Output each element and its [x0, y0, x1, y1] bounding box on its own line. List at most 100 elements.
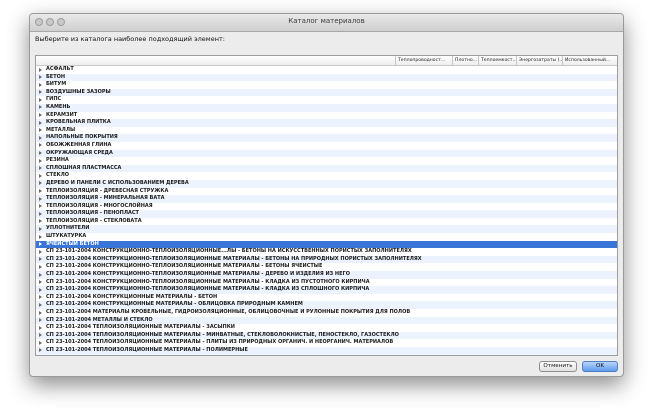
disclosure-triangle-icon[interactable]	[39, 226, 42, 231]
list-item[interactable]: СП 23-101-2004 КОНСТРУКЦИОННО-ТЕПЛОИЗОЛЯ…	[36, 255, 617, 264]
list-item[interactable]: КЕРАМЗИТ	[36, 112, 617, 120]
list-item[interactable]: ТЕПЛОИЗОЛЯЦИЯ - ПЕНОПЛАСТ	[36, 210, 617, 218]
list-item[interactable]: СП 23-101-2004 КОНСТРУКЦИОННЫЕ МАТЕРИАЛЫ…	[36, 294, 617, 302]
list-item[interactable]: УПЛОТНИТЕЛИ	[36, 225, 617, 234]
disclosure-triangle-icon[interactable]	[39, 173, 42, 178]
disclosure-triangle-icon[interactable]	[39, 302, 42, 307]
disclosure-triangle-icon[interactable]	[39, 257, 42, 262]
list-item[interactable]: ГИПС	[36, 96, 617, 104]
disclosure-triangle-icon[interactable]	[39, 287, 42, 292]
list-item[interactable]: СП 23-101-2004 ТЕПЛОИЗОЛЯЦИОННЫЕ МАТЕРИА…	[36, 324, 617, 332]
disclosure-triangle-icon[interactable]	[39, 151, 42, 156]
list-item[interactable]: СП 23-101-2004 КОНСТРУКЦИОННЫЕ МАТЕРИАЛЫ…	[36, 301, 617, 309]
disclosure-triangle-icon[interactable]	[39, 219, 42, 224]
list-item[interactable]: СП 23-101-2004 КОНСТРУКЦИОННО-ТЕПЛОИЗОЛЯ…	[36, 248, 617, 256]
list-item[interactable]: СП 23-101-2004 МЕТАЛЛЫ И СТЕКЛО	[36, 316, 617, 325]
disclosure-triangle-icon[interactable]	[39, 325, 42, 330]
list-item[interactable]: ТЕПЛОИЗОЛЯЦИЯ - СТЕКЛОВАТА	[36, 218, 617, 226]
disclosure-triangle-icon[interactable]	[39, 280, 42, 285]
list-item[interactable]: КРОВЕЛЬНАЯ ПЛИТКА	[36, 119, 617, 127]
list-item[interactable]: ТЕПЛОИЗОЛЯЦИЯ - ДРЕВЕСНАЯ СТРУЖКА	[36, 188, 617, 196]
materials-outline[interactable]: Теплопроводност... Плотно... Теплоемкост…	[35, 55, 618, 356]
disclosure-triangle-icon[interactable]	[39, 264, 42, 269]
list-item[interactable]: МЕТАЛЛЫ	[36, 127, 617, 135]
disclosure-triangle-icon[interactable]	[39, 295, 42, 300]
list-item[interactable]: ТЕПЛОИЗОЛЯЦИЯ - МИНЕРАЛЬНАЯ ВАТА	[36, 195, 617, 203]
list-item[interactable]: ОБОЖЖЕННАЯ ГЛИНА	[36, 142, 617, 150]
column-header-density[interactable]: Плотно...	[452, 56, 478, 65]
list-item[interactable]: СП 23-101-2004 ТЕПЛОИЗОЛЯЦИОННЫЕ МАТЕРИА…	[36, 331, 617, 340]
disclosure-triangle-icon[interactable]	[39, 189, 42, 193]
disclosure-triangle-icon[interactable]	[39, 211, 42, 216]
list-item[interactable]: СП 23-101-2004 ТЕПЛОИЗОЛЯЦИОННЫЕ МАТЕРИА…	[36, 355, 617, 356]
list-item-label: УПЛОТНИТЕЛИ	[46, 225, 90, 232]
disclosure-triangle-icon[interactable]	[39, 333, 42, 338]
list-item-label: КАМЕНЬ	[46, 103, 71, 110]
list-item[interactable]: ВОЗДУШНЫЕ ЗАЗОРЫ	[36, 88, 617, 97]
list-item[interactable]: СП 23-101-2004 МАТЕРИАЛЫ КРОВЕЛЬНЫЕ, ГИД…	[36, 309, 617, 317]
list-item-label: КЕРАМЗИТ	[46, 111, 78, 118]
list-item[interactable]: СП 23-101-2004 ТЕПЛОИЗОЛЯЦИОННЫЕ МАТЕРИА…	[36, 339, 617, 347]
list-item-label: СТЕКЛО	[46, 172, 69, 179]
list-item-label: ТЕПЛОИЗОЛЯЦИЯ - ПЕНОПЛАСТ	[46, 210, 139, 217]
list-item-label: КРОВЕЛЬНАЯ ПЛИТКА	[46, 119, 111, 126]
disclosure-triangle-icon[interactable]	[39, 249, 42, 254]
disclosure-triangle-icon[interactable]	[39, 196, 42, 201]
ok-button[interactable]: OK	[582, 361, 618, 372]
disclosure-triangle-icon[interactable]	[39, 340, 42, 345]
disclosure-triangle-icon[interactable]	[39, 75, 42, 80]
list-item-label: СП 23-101-2004 КОНСТРУКЦИОННО-ТЕПЛОИЗОЛЯ…	[46, 263, 323, 270]
list-item[interactable]: ЯЧЕИСТЫЙ БЕТОН	[36, 240, 617, 249]
list-item[interactable]: СПЛОШНАЯ ПЛАСТМАССА	[36, 164, 617, 173]
disclosure-triangle-icon[interactable]	[39, 82, 42, 87]
list-item[interactable]: НАПОЛЬНЫЕ ПОКРЫТИЯ	[36, 134, 617, 142]
disclosure-triangle-icon[interactable]	[39, 318, 42, 323]
disclosure-triangle-icon[interactable]	[39, 97, 42, 102]
disclosure-triangle-icon[interactable]	[39, 272, 42, 277]
column-header-energy[interactable]: Энергозатраты (...	[516, 56, 562, 65]
disclosure-triangle-icon[interactable]	[39, 90, 42, 95]
list-item-label: СП 23-101-2004 МАТЕРИАЛЫ КРОВЕЛЬНЫЕ, ГИД…	[46, 309, 411, 315]
list-item-label: СП 23-101-2004 ТЕПЛОИЗОЛЯЦИОННЫЕ МАТЕРИА…	[46, 331, 399, 338]
list-item[interactable]: СП 23-101-2004 КОНСТРУКЦИОННО-ТЕПЛОИЗОЛЯ…	[36, 279, 617, 287]
list-item-label: ВОЗДУШНЫЕ ЗАЗОРЫ	[46, 88, 111, 95]
disclosure-triangle-icon[interactable]	[39, 181, 42, 186]
list-item[interactable]: ТЕПЛОИЗОЛЯЦИЯ - МНОГОСЛОЙНАЯ	[36, 203, 617, 211]
list-item[interactable]: ШТУКАТУРКА	[36, 233, 617, 241]
disclosure-triangle-icon[interactable]	[39, 158, 42, 163]
list-item-label: СП 23-101-2004 КОНСТРУКЦИОННО-ТЕПЛОИЗОЛЯ…	[46, 255, 422, 262]
list-item[interactable]: КАМЕНЬ	[36, 103, 617, 112]
list-item[interactable]: СТЕКЛО	[36, 172, 617, 180]
disclosure-triangle-icon[interactable]	[39, 242, 42, 247]
column-header-used[interactable]: Использованный...	[562, 56, 617, 65]
list-item-label: ОКРУЖАЮЩАЯ СРЕДА	[46, 149, 113, 156]
disclosure-triangle-icon[interactable]	[39, 105, 42, 110]
list-item-label: ТЕПЛОИЗОЛЯЦИЯ - СТЕКЛОВАТА	[46, 217, 142, 224]
disclosure-triangle-icon[interactable]	[39, 120, 42, 125]
list-item[interactable]: БИТУМ	[36, 81, 617, 89]
disclosure-triangle-icon[interactable]	[39, 113, 42, 118]
list-item[interactable]: СП 23-101-2004 ТЕПЛОИЗОЛЯЦИОННЫЕ МАТЕРИА…	[36, 346, 617, 355]
list-item[interactable]: АСФАЛЬТ	[36, 66, 617, 74]
disclosure-triangle-icon[interactable]	[39, 234, 42, 239]
column-header-conductivity[interactable]: Теплопроводност...	[395, 56, 452, 65]
list-item[interactable]: БЕТОН	[36, 73, 617, 82]
disclosure-triangle-icon[interactable]	[39, 310, 42, 315]
list-item[interactable]: ДЕРЕВО И ПАНЕЛИ С ИСПОЛЬЗОВАНИЕМ ДЕРЕВА	[36, 179, 617, 188]
column-header-heat-capacity[interactable]: Теплоемкост...	[478, 56, 516, 65]
cancel-button[interactable]: Отменить	[539, 361, 577, 372]
list-item[interactable]: СП 23-101-2004 КОНСТРУКЦИОННО-ТЕПЛОИЗОЛЯ…	[36, 271, 617, 279]
disclosure-triangle-icon[interactable]	[39, 128, 42, 133]
list-item[interactable]: СП 23-101-2004 КОНСТРУКЦИОННО-ТЕПЛОИЗОЛЯ…	[36, 263, 617, 271]
disclosure-triangle-icon[interactable]	[39, 204, 42, 209]
disclosure-triangle-icon[interactable]	[39, 67, 42, 72]
disclosure-triangle-icon[interactable]	[39, 143, 42, 148]
list-item[interactable]: ОКРУЖАЮЩАЯ СРЕДА	[36, 149, 617, 158]
list-item[interactable]: СП 23-101-2004 КОНСТРУКЦИОННО-ТЕПЛОИЗОЛЯ…	[36, 286, 617, 294]
list-item-label: СПЛОШНАЯ ПЛАСТМАССА	[46, 164, 122, 171]
disclosure-triangle-icon[interactable]	[39, 348, 42, 353]
disclosure-triangle-icon[interactable]	[39, 135, 42, 140]
list-item-label: СП 23-101-2004 КОНСТРУКЦИОННО-ТЕПЛОИЗОЛЯ…	[46, 271, 350, 278]
list-item[interactable]: РЕЗИНА	[36, 157, 617, 165]
disclosure-triangle-icon[interactable]	[39, 166, 42, 171]
